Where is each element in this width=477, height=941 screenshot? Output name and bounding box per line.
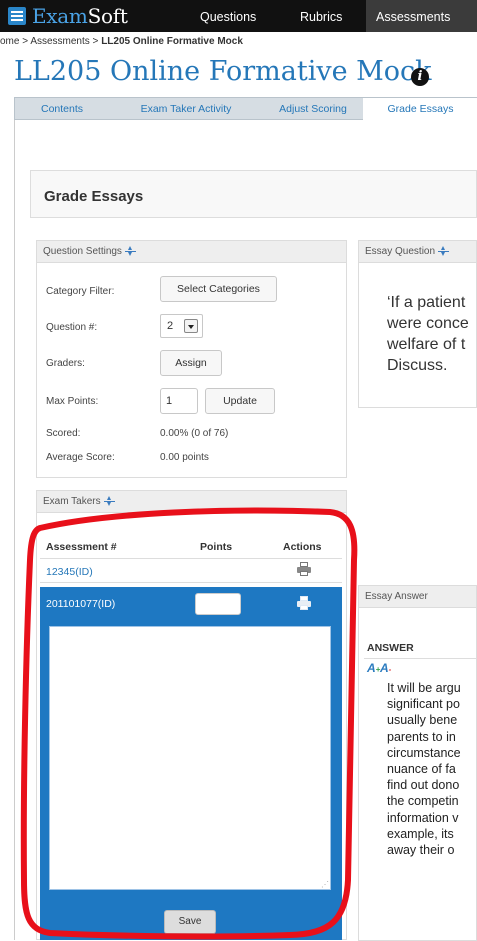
graders-label: Graders: xyxy=(46,358,85,369)
divider xyxy=(364,658,477,659)
points-input[interactable] xyxy=(195,593,241,615)
max-points-input[interactable]: 1 xyxy=(160,388,198,414)
save-button[interactable]: Save xyxy=(164,910,216,934)
update-button[interactable]: Update xyxy=(205,388,275,414)
question-number-label: Question #: xyxy=(46,322,98,333)
question-number-value: 2 xyxy=(167,320,174,332)
essay-question-line: ‘If a patient xyxy=(387,294,466,311)
essay-answer-line: circumstance xyxy=(387,745,461,760)
essay-answer-line: find out dono xyxy=(387,778,460,793)
tab-bar: Contents Exam Taker Activity Adjust Scor… xyxy=(14,97,477,121)
breadcrumb: ome > Assessments > LL205 Online Formati… xyxy=(0,36,243,47)
essay-question-line: were conce xyxy=(387,315,469,332)
column-header-actions: Actions xyxy=(283,541,322,553)
brand-name-exam: Exam xyxy=(32,4,88,28)
essay-answer-title: Essay Answer xyxy=(365,591,428,602)
print-icon[interactable] xyxy=(297,596,311,610)
essay-answer-text: It will be argu significant po usually b… xyxy=(387,680,477,858)
essay-question-title: Essay Question xyxy=(365,246,436,257)
max-points-label: Max Points: xyxy=(46,396,99,407)
collapse-icon[interactable] xyxy=(124,246,136,257)
nav-rubrics[interactable]: Rubrics xyxy=(290,0,352,32)
essay-answer-line: the competin xyxy=(387,794,459,809)
page-title: LL205 Online Formative Mock xyxy=(14,56,432,87)
essay-answer-line: It will be argu xyxy=(387,681,461,695)
collapse-icon[interactable] xyxy=(103,496,115,507)
nav-assessments[interactable]: Assessments xyxy=(366,0,477,32)
tab-grade-essays[interactable]: Grade Essays xyxy=(363,98,477,121)
select-categories-button[interactable]: Select Categories xyxy=(160,276,277,302)
essay-question-text: ‘If a patient were conce welfare of t Di… xyxy=(387,292,477,376)
essay-answer-line: significant po xyxy=(387,697,460,712)
menu-icon[interactable] xyxy=(8,7,26,25)
scored-value: 0.00% (0 of 76) xyxy=(160,428,229,439)
nav-questions[interactable]: Questions xyxy=(190,0,266,32)
essay-answer-line: parents to in xyxy=(387,729,456,744)
scored-label: Scored: xyxy=(46,428,81,439)
essay-answer-line: usually bene xyxy=(387,713,458,728)
essay-answer-line: away their o xyxy=(387,843,455,858)
breadcrumb-home[interactable]: ome xyxy=(0,36,19,47)
grading-comment-textarea[interactable] xyxy=(49,626,331,890)
average-score-label: Average Score: xyxy=(46,452,115,463)
print-icon[interactable] xyxy=(297,562,311,576)
chevron-down-icon[interactable] xyxy=(184,319,198,333)
section-title: Grade Essays xyxy=(44,188,144,205)
essay-question-line: Discuss. xyxy=(387,357,448,374)
column-header-points[interactable]: Points xyxy=(200,541,232,553)
highlight-remove-icon[interactable]: A- xyxy=(380,661,391,675)
category-filter-label: Category Filter: xyxy=(46,286,115,297)
essay-answer-line: nuance of fa xyxy=(387,762,456,777)
essay-answer-line: information v xyxy=(387,810,459,825)
divider xyxy=(40,582,342,583)
tab-exam-taker-activity[interactable]: Exam Taker Activity xyxy=(109,98,263,120)
exam-takers-title: Exam Takers xyxy=(43,496,101,507)
essay-answer-line: example, its xyxy=(387,826,454,841)
breadcrumb-assessments[interactable]: Assessments xyxy=(30,36,89,47)
tab-contents[interactable]: Contents xyxy=(15,98,109,120)
question-settings-title: Question Settings xyxy=(43,246,122,257)
assign-button[interactable]: Assign xyxy=(160,350,222,376)
resize-grip-icon[interactable]: ⋰ xyxy=(321,880,329,889)
exam-taker-id[interactable]: 201101077(ID) xyxy=(46,598,115,610)
breadcrumb-current: LL205 Online Formative Mock xyxy=(101,36,243,47)
column-header-assessment[interactable]: Assessment # xyxy=(46,541,117,553)
question-number-select[interactable]: 2 xyxy=(160,314,203,338)
highlight-add-icon[interactable]: A+ xyxy=(367,661,380,675)
tab-adjust-scoring[interactable]: Adjust Scoring xyxy=(263,98,363,120)
essay-question-line: welfare of t xyxy=(387,336,466,353)
divider xyxy=(40,558,342,559)
collapse-icon[interactable] xyxy=(438,246,450,257)
average-score-value: 0.00 points xyxy=(160,452,209,463)
answer-label: ANSWER xyxy=(367,642,414,654)
examsoft-logo[interactable]: ExamSoft xyxy=(8,2,128,30)
exam-taker-id-link[interactable]: 12345(ID) xyxy=(46,566,93,578)
info-icon[interactable]: i xyxy=(411,68,429,86)
brand-name-soft: Soft xyxy=(87,4,128,28)
